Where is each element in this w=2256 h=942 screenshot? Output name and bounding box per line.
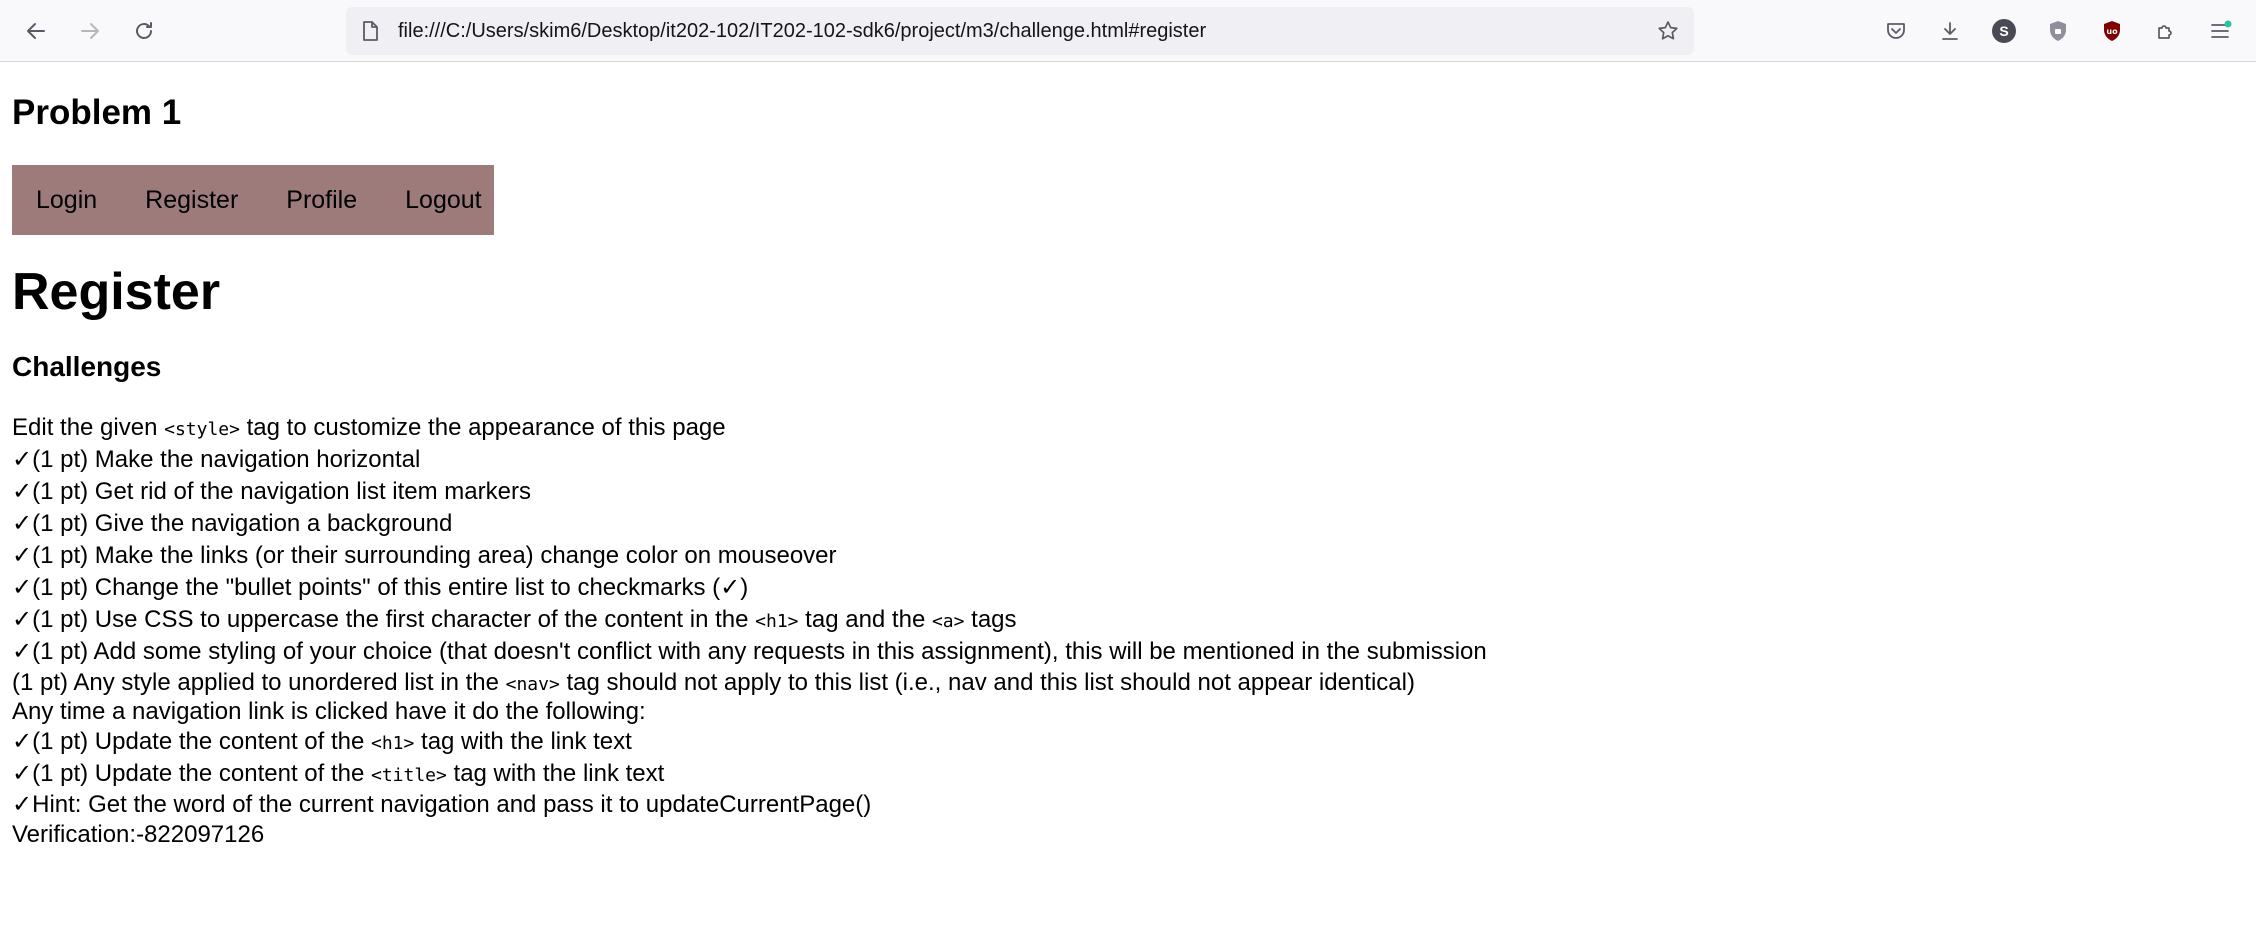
nav-link-profile[interactable]: Profile (262, 165, 381, 235)
bookmark-star-icon[interactable] (1656, 19, 1680, 43)
pocket-icon (1887, 23, 1905, 39)
url-bar[interactable]: file:///C:/Users/skim6/Desktop/it202-102… (346, 7, 1694, 55)
app-menu-button[interactable] (2202, 13, 2238, 49)
page-icon (363, 21, 378, 41)
challenges-heading: Challenges (12, 351, 162, 382)
svg-text:uo: uo (2106, 27, 2118, 36)
ublock-extension-button[interactable]: uo (2094, 13, 2130, 49)
challenge-item: ✓(1 pt) Make the navigation horizontal (12, 446, 421, 473)
nav-intro-line: Any time a navigation link is clicked ha… (12, 698, 646, 725)
hamburger-menu-icon (2211, 20, 2232, 38)
url-text[interactable]: file:///C:/Users/skim6/Desktop/it202-102… (398, 7, 1206, 55)
account-avatar-icon: S (1992, 19, 2016, 43)
challenge-list: Edit the given <style> tag to customize … (12, 412, 1612, 851)
verification-line: Verification:-822097126 (12, 821, 265, 848)
back-button[interactable] (18, 13, 54, 49)
challenge-item: ✓(1 pt) Give the navigation a background (12, 510, 453, 537)
challenge-item: ✓(1 pt) Update the content of the <h1> t… (12, 728, 632, 755)
forward-button[interactable] (72, 13, 108, 49)
hint-line: ✓Hint: Get the word of the current navig… (12, 791, 872, 818)
navigation-bar: Login Register Profile Logout (12, 165, 494, 235)
nav-link-login[interactable]: Login (12, 165, 121, 235)
forward-arrow-icon (81, 23, 99, 39)
vpn-extension-button[interactable] (2040, 13, 2076, 49)
intro-line: Edit the given <style> tag to customize … (12, 414, 726, 441)
challenge-item: (1 pt) Any style applied to unordered li… (12, 669, 1415, 696)
download-icon (1942, 22, 1958, 40)
reload-icon (136, 22, 152, 39)
reload-button[interactable] (126, 13, 162, 49)
nav-link-logout[interactable]: Logout (381, 165, 505, 235)
problem-title: Problem 1 (12, 93, 182, 132)
extensions-button[interactable] (2148, 13, 2184, 49)
pocket-button[interactable] (1878, 13, 1914, 49)
challenge-item: ✓(1 pt) Change the "bullet points" of th… (12, 574, 749, 601)
challenge-item: ✓(1 pt) Get rid of the navigation list i… (12, 478, 531, 505)
challenge-item: ✓(1 pt) Update the content of the <title… (12, 760, 665, 787)
challenge-item: ✓(1 pt) Make the links (or their surroun… (12, 542, 837, 569)
puzzle-piece-icon (2158, 25, 2172, 39)
back-arrow-icon (27, 23, 45, 39)
ublock-origin-icon: uo (2104, 21, 2120, 41)
shield-icon (2050, 21, 2066, 41)
page-heading: Register (12, 263, 221, 321)
challenge-item: ✓(1 pt) Use CSS to uppercase the first c… (12, 606, 1017, 633)
nav-link-register[interactable]: Register (121, 165, 262, 235)
page-content: Problem 1 Login Register Profile Logout … (0, 63, 2256, 942)
downloads-button[interactable] (1932, 13, 1968, 49)
challenge-item: ✓(1 pt) Add some styling of your choice … (12, 638, 1487, 665)
account-button[interactable]: S (1986, 13, 2022, 49)
browser-toolbar: file:///C:/Users/skim6/Desktop/it202-102… (0, 0, 2256, 62)
